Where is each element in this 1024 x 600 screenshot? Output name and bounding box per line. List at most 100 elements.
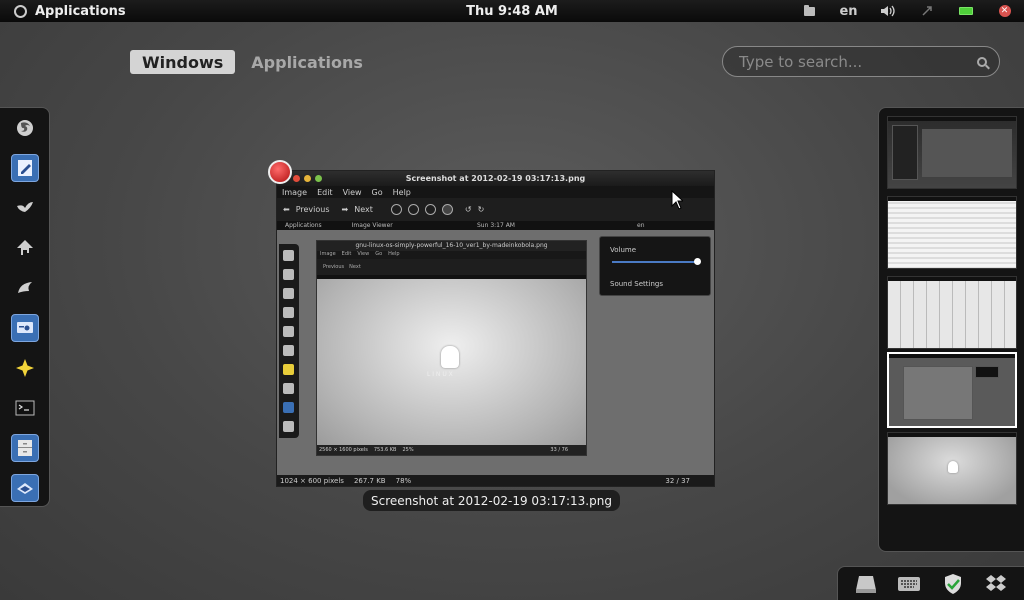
firefox-icon xyxy=(17,120,33,136)
volume-slider-knob xyxy=(694,258,701,265)
workspace-switcher xyxy=(878,107,1024,552)
tux-icon xyxy=(441,346,459,368)
dash-item-text-editor[interactable] xyxy=(11,154,39,182)
workspace-thumbnail-2[interactable] xyxy=(887,196,1017,269)
keyboard-layout-indicator[interactable]: en xyxy=(829,0,868,22)
menu-edit: Edit xyxy=(317,187,333,197)
tray-item-keyboard[interactable] xyxy=(898,573,921,595)
keyboard-icon xyxy=(898,576,921,591)
zoom-fit-icon xyxy=(441,204,453,215)
preview-toolbar: ⬅ Previous ➡ Next ↺ ↻ xyxy=(277,198,714,221)
preview-image-area: gnu-linux-os-simply-powerful_16-10_ver1_… xyxy=(277,230,714,476)
clock[interactable]: Thu 9:48 AM xyxy=(466,4,558,19)
status-size: 267.7 KB xyxy=(353,476,386,485)
dash-item-remote-desktop[interactable] xyxy=(11,314,39,342)
message-tray xyxy=(837,566,1024,600)
battery-icon xyxy=(958,7,973,15)
workspace-thumbnail-3[interactable] xyxy=(887,276,1017,349)
preview-menubar: Image Edit View Go Help xyxy=(277,186,714,198)
user-menu[interactable]: ✕ xyxy=(985,0,1024,22)
dash-item-terminal[interactable] xyxy=(11,394,39,422)
activities-label: Applications xyxy=(35,3,126,19)
dash-item-inkscape[interactable] xyxy=(11,234,39,262)
previous-arrow-icon: ⬅ xyxy=(283,205,290,214)
tray-item-removable-drive[interactable] xyxy=(855,573,877,595)
network-indicator[interactable] xyxy=(907,0,946,22)
inner-window: gnu-linux-os-simply-powerful_16-10_ver1_… xyxy=(316,240,587,456)
inner-top-panel: Applications Image Viewer Sun 3:17 AM en xyxy=(277,221,714,230)
tray-item-dropbox[interactable] xyxy=(985,573,1007,595)
terminal-icon xyxy=(15,400,35,416)
activities-button[interactable]: Applications xyxy=(0,4,126,19)
dash-item-file-cabinet[interactable] xyxy=(11,434,39,462)
inner-activities-label: Applications xyxy=(285,222,322,229)
status-zoom: 78% xyxy=(395,476,412,485)
window-preview[interactable]: Screenshot at 2012-02-19 03:17:13.png Im… xyxy=(276,170,715,487)
starred-icon xyxy=(16,359,34,377)
volume-label: Volume xyxy=(610,246,637,254)
shotwell-icon xyxy=(17,202,33,212)
keyboard-layout-label: en xyxy=(839,3,858,19)
status-area: en ✕ xyxy=(790,0,1024,22)
text-editor-icon xyxy=(18,160,32,176)
banshee-icon xyxy=(18,282,32,293)
removable-drive-icon xyxy=(855,575,876,593)
rotate-left-icon: ↺ xyxy=(464,205,472,214)
file-cabinet-icon xyxy=(18,440,32,456)
rotate-right-icon: ↻ xyxy=(477,205,485,214)
inkscape-icon xyxy=(17,240,33,255)
workspace-thumbnail-4[interactable] xyxy=(887,352,1017,428)
preview-titlebar: Screenshot at 2012-02-19 03:17:13.png xyxy=(277,171,714,186)
shutdown-icon: ✕ xyxy=(998,5,1011,17)
folder-icon xyxy=(804,4,815,16)
dash-item-firefox[interactable] xyxy=(11,114,39,142)
window-close-dot xyxy=(293,175,300,182)
search-input[interactable] xyxy=(739,52,959,71)
close-window-button[interactable] xyxy=(268,160,292,184)
security-shield-icon xyxy=(944,573,961,594)
dash-item-shotwell[interactable] xyxy=(11,194,39,222)
dropbox-icon xyxy=(986,574,1007,591)
preview-title: Screenshot at 2012-02-19 03:17:13.png xyxy=(405,174,586,183)
dash-item-banshee[interactable] xyxy=(11,274,39,302)
inner-lang: en xyxy=(637,222,645,229)
next-arrow-icon: ➡ xyxy=(341,205,349,214)
volume-slider xyxy=(612,261,696,263)
dash-item-favorites[interactable] xyxy=(11,354,39,382)
view-selector: Windows Applications xyxy=(130,50,375,74)
tab-windows[interactable]: Windows xyxy=(130,50,236,74)
next-label: Next xyxy=(354,205,373,214)
zoom-out-icon xyxy=(407,204,419,215)
window-maximize-dot xyxy=(315,175,322,182)
tray-item-security[interactable] xyxy=(942,573,964,595)
workspace-thumbnail-1[interactable] xyxy=(887,116,1017,189)
window-minimize-dot xyxy=(304,175,311,182)
inner-window-title: gnu-linux-os-simply-powerful_16-10_ver1_… xyxy=(317,241,586,251)
inner-window-status: 2560 × 1600 pixels 753.6 KB 25% 33 / 76 xyxy=(317,445,586,455)
preview-statusbar: 1024 × 600 pixels 267.7 KB 78% 32 / 37 xyxy=(277,475,714,486)
menu-view: View xyxy=(342,187,362,197)
speaker-icon xyxy=(880,5,895,17)
mouse-cursor-icon xyxy=(671,190,683,210)
inner-window-toolbar: Previous Next xyxy=(317,259,586,275)
menu-help: Help xyxy=(392,187,411,197)
menu-image: Image xyxy=(282,187,308,197)
battery-indicator[interactable] xyxy=(946,0,985,22)
zoom-normal-icon xyxy=(424,204,436,215)
remote-desktop-icon xyxy=(17,322,33,333)
inner-clock: Sun 3:17 AM xyxy=(477,222,515,229)
tab-applications[interactable]: Applications xyxy=(239,50,375,74)
places-menu[interactable] xyxy=(790,0,829,22)
inner-window-menu: Image Edit View Go Help xyxy=(317,251,586,259)
status-dimensions: 1024 × 600 pixels xyxy=(280,476,344,485)
volume-popup: Volume Sound Settings xyxy=(599,236,711,296)
dash-item-image-viewer[interactable] xyxy=(11,474,39,502)
inner-dash xyxy=(279,244,299,438)
search-box xyxy=(722,46,1000,77)
dash xyxy=(0,107,50,507)
window-caption: Screenshot at 2012-02-19 03:17:13.png xyxy=(363,490,620,511)
inner-app-label: Image Viewer xyxy=(351,222,393,229)
workspace-thumbnail-5[interactable] xyxy=(887,432,1017,505)
volume-indicator[interactable] xyxy=(868,0,907,22)
top-panel: Applications Thu 9:48 AM en ✕ xyxy=(0,0,1024,22)
